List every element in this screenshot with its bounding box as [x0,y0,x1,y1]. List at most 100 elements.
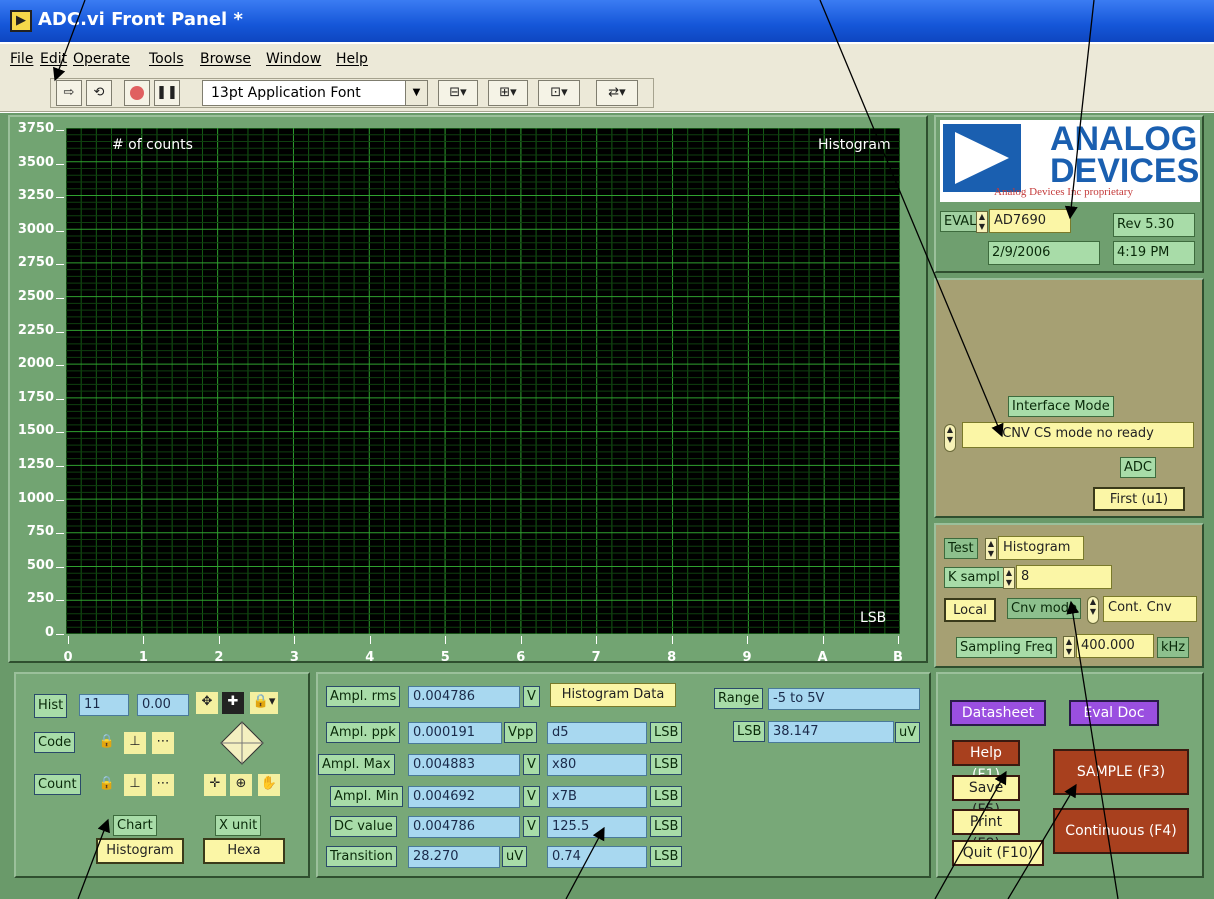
datasheet-button[interactable]: Datasheet [950,700,1046,726]
hist-cursor-x[interactable]: 11 [79,694,129,716]
resize-objects-icon[interactable]: ⊡▾ [538,80,580,106]
ksampl-value[interactable]: 8 [1016,565,1112,589]
zoom-icon[interactable]: ⊕ [230,774,252,796]
menu-window[interactable]: Window [266,51,321,67]
lsb-size-label: LSB [733,721,766,742]
local-button[interactable]: Local [944,598,996,622]
measurement-unit: V [523,754,540,775]
quit-button[interactable]: Quit (F10) [952,840,1044,866]
cnv-mode-ring[interactable]: ▲ ▼ [1087,596,1099,624]
y-tick-mark [56,600,64,602]
font-select[interactable]: 13pt Application Font ▼ [202,80,428,106]
sampling-freq-value[interactable]: 400.000 [1076,634,1154,658]
menu-file[interactable]: File [10,51,33,67]
y-tick-mark [56,230,64,232]
menu-bar: File Edit Operate Tools Browse Window He… [0,44,1214,74]
print-button[interactable]: Print (F8) [952,809,1020,852]
y-tick-label: 250 [26,591,54,607]
hist-cursor-y[interactable]: 0.00 [137,694,189,716]
measurement-label: DC value [330,816,397,837]
measurement-label: Ampl. rms [326,686,401,707]
x-tick-label: 3 [289,650,299,665]
x-tick-mark [520,636,522,644]
y-tick-label: 1250 [17,457,54,472]
y-tick-mark [56,365,64,367]
help-button[interactable]: Help (F1) [952,740,1020,783]
pan-hand-icon[interactable]: ✋ [258,774,280,796]
cursor-diamond-icon[interactable] [219,720,265,766]
save-button[interactable]: Save (F5) [952,775,1020,818]
cursor-style-icon[interactable]: ✚ [222,692,244,714]
y-tick-label: 3000 [17,221,54,237]
histogram-data-value: x7B [547,786,647,808]
histogram-data-unit: LSB [650,722,683,743]
sampling-freq-spinner[interactable]: ▲ ▼ [1063,636,1075,658]
x-lock-icon[interactable]: 🔒 [96,732,118,754]
x-tick-mark [747,636,749,644]
ksampl-spinner[interactable]: ▲ ▼ [1003,567,1015,589]
x-format-icon[interactable]: ⋯ [152,732,174,754]
cursor-move-icon[interactable]: ✥ [196,692,218,714]
continuous-button[interactable]: Continuous (F4) [1053,808,1189,854]
measurement-value: 28.270 [408,846,500,868]
code-label: Code [34,732,76,753]
test-spinner[interactable]: ▲ ▼ [985,538,997,560]
measurement-unit: uV [502,846,528,867]
y-tick-label: 1750 [17,389,54,405]
y-format-icon[interactable]: ⋯ [152,774,174,796]
model-spinner[interactable]: ▲ ▼ [976,211,988,233]
measurement-value: 0.004786 [408,686,520,708]
crosshair-icon[interactable]: ✛ [204,774,226,796]
y-lock-icon[interactable]: 🔒 [96,774,118,796]
adc-button[interactable]: First (u1) [1093,487,1185,511]
x-tick-label: 6 [516,650,526,665]
count-label: Count [34,774,81,795]
menu-tools[interactable]: Tools [149,51,184,67]
y-axis-label: # of counts [112,137,193,153]
x-tick-label: 2 [214,650,224,665]
range-label: Range [714,688,764,709]
histogram-data-unit: LSB [650,816,683,837]
x-scale-icon[interactable]: ⊥ [124,732,146,754]
toolbar: ⇨ ⟲ ❚❚ 13pt Application Font ▼ ⊟▾ ⊞▾ ⊡▾ … [0,74,1214,112]
abort-icon[interactable] [124,80,150,106]
graph-title: Histogram [818,137,891,153]
x-tick-label: 4 [365,650,375,665]
run-continuously-icon[interactable]: ⟲ [86,80,112,106]
xunit-label: X unit [215,815,262,836]
run-arrow-icon[interactable]: ⇨ [56,80,82,106]
y-tick-label: 2750 [17,255,54,271]
xunit-select[interactable]: Hexa [203,838,285,864]
y-tick-mark [56,163,64,165]
y-tick-label: 500 [26,557,54,573]
interface-mode-ring[interactable]: ▲ ▼ [944,424,956,452]
align-objects-icon[interactable]: ⊟▾ [438,80,478,106]
eval-doc-button[interactable]: Eval Doc [1069,700,1159,726]
pause-icon[interactable]: ❚❚ [154,80,180,106]
menu-operate[interactable]: Operate [73,51,130,67]
histogram-data-unit: LSB [650,846,683,867]
y-tick-mark [56,197,64,199]
y-scale-icon[interactable]: ⊥ [124,774,146,796]
y-tick-label: 1000 [17,490,54,506]
x-tick-mark [822,636,824,644]
sampling-freq-label: Sampling Freq [956,637,1057,658]
y-tick-label: 2250 [17,322,54,338]
menu-browse[interactable]: Browse [200,51,251,67]
menu-edit[interactable]: Edit [40,51,67,67]
interface-mode-value[interactable]: CNV CS mode no ready [962,422,1194,448]
sample-button[interactable]: SAMPLE (F3) [1053,749,1189,795]
measurement-label: Ampl. Min [330,786,403,807]
measurement-value: 0.004883 [408,754,520,776]
lock-dropdown-icon[interactable]: 🔒▾ [250,692,278,714]
font-select-value: 13pt Application Font [211,85,361,101]
menu-help[interactable]: Help [336,51,368,67]
model-field[interactable]: AD7690 [989,209,1071,233]
distribute-objects-icon[interactable]: ⊞▾ [488,80,528,106]
cnv-mode-value[interactable]: Cont. Cnv [1103,596,1197,622]
x-tick-mark [445,636,447,644]
chart-select[interactable]: Histogram [96,838,184,864]
test-value[interactable]: Histogram [998,536,1084,560]
reorder-icon[interactable]: ⇄▾ [596,80,638,106]
measurement-unit: V [523,686,540,707]
